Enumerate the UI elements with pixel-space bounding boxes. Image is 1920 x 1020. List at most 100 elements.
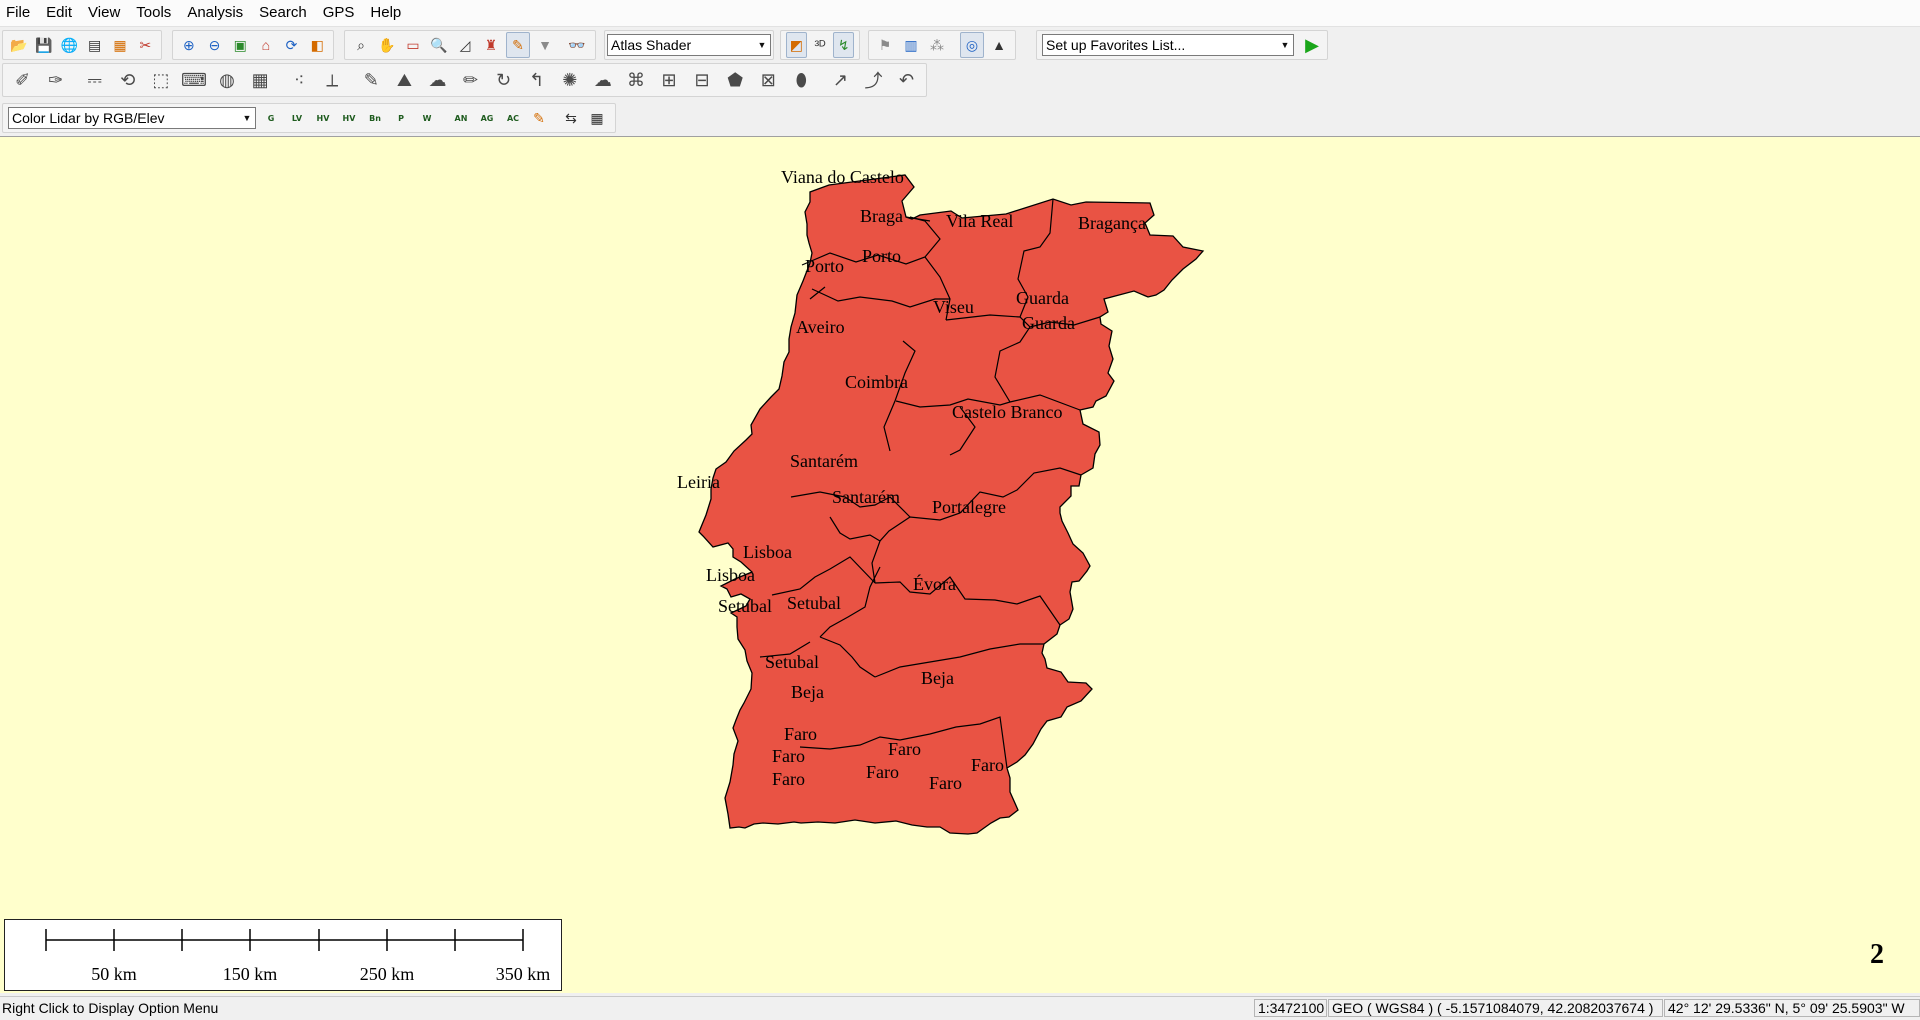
- building-icon[interactable]: Bn: [364, 106, 386, 130]
- lidar-select[interactable]: Color Lidar by RGB/Elev ▼: [8, 107, 256, 129]
- extend-icon[interactable]: ⤴: [859, 65, 888, 95]
- tower-icon[interactable]: ♜: [480, 33, 502, 57]
- label-porto-district: Porto: [862, 246, 901, 266]
- 3d-view-icon[interactable]: ³ᴰ: [811, 33, 830, 57]
- edit-feature-icon[interactable]: ✑: [41, 65, 70, 95]
- undo-shape-icon[interactable]: ↶: [892, 65, 921, 95]
- favorites-select[interactable]: Set up Favorites List... ▼: [1042, 34, 1294, 56]
- arrows-icon[interactable]: ⇆: [560, 106, 582, 130]
- 2d-view-icon[interactable]: ◩: [786, 32, 807, 58]
- low-veg-icon[interactable]: LV: [286, 106, 308, 130]
- brush-icon[interactable]: ✏: [456, 65, 485, 95]
- move-icon[interactable]: ↰: [522, 65, 551, 95]
- menu-edit[interactable]: Edit: [38, 0, 80, 26]
- menu-analysis[interactable]: Analysis: [179, 0, 251, 26]
- water-icon[interactable]: W: [416, 106, 438, 130]
- globe-icon[interactable]: 🌐: [59, 33, 80, 57]
- blob-icon[interactable]: ⬟: [721, 65, 750, 95]
- draw-line-icon[interactable]: ✎: [357, 65, 386, 95]
- select-icon[interactable]: ⌕: [350, 33, 372, 57]
- menu-gps[interactable]: GPS: [315, 0, 363, 26]
- chevron-down-icon[interactable]: ▼: [754, 35, 770, 55]
- zoom-in-icon[interactable]: ⊕: [178, 33, 200, 57]
- area-tool-icon[interactable]: ⬚: [146, 65, 175, 95]
- play-icon[interactable]: ▶: [1300, 33, 1324, 57]
- flag-icon[interactable]: ⚑: [874, 33, 896, 57]
- menu-tools[interactable]: Tools: [128, 0, 179, 26]
- label-coimbra: Coimbra: [845, 372, 908, 392]
- nodes-icon[interactable]: ⊞: [654, 65, 683, 95]
- powerline-icon[interactable]: P: [390, 106, 412, 130]
- network-icon[interactable]: ⌘: [621, 65, 650, 95]
- label-evora: Évora: [913, 573, 956, 594]
- home-icon[interactable]: ⌂: [255, 33, 277, 57]
- status-message: Right Click to Display Option Menu: [2, 1000, 219, 1016]
- split-icon[interactable]: ⟂: [318, 65, 347, 95]
- zoom-extent-icon[interactable]: ▣: [229, 33, 251, 57]
- terrain-icon[interactable]: ⛰: [390, 65, 419, 95]
- path-view-icon[interactable]: ↯: [833, 32, 855, 58]
- menu-file[interactable]: File: [0, 0, 38, 26]
- book-icon[interactable]: ▥: [900, 33, 922, 57]
- auto-ground-icon[interactable]: AG: [476, 106, 498, 130]
- pencil-icon[interactable]: ✎: [528, 106, 550, 130]
- print-icon[interactable]: ▦: [109, 33, 130, 57]
- layout-icon[interactable]: ◧: [306, 33, 328, 57]
- measure-icon[interactable]: ▭: [402, 33, 424, 57]
- shader-select[interactable]: Atlas Shader ▼: [607, 34, 771, 56]
- draw-icon[interactable]: ✎: [506, 32, 530, 58]
- zoom-out-icon[interactable]: ⊖: [204, 33, 226, 57]
- cloud-icon[interactable]: ☁: [588, 65, 617, 95]
- chevron-down-icon[interactable]: ▼: [239, 108, 255, 128]
- reshape-icon[interactable]: ⟲: [113, 65, 142, 95]
- label-faro-4: Faro: [866, 762, 899, 782]
- menu-view[interactable]: View: [80, 0, 128, 26]
- ground-class-icon[interactable]: G: [260, 106, 282, 130]
- rotate-icon[interactable]: ↻: [489, 65, 518, 95]
- config-icon[interactable]: ✂: [135, 33, 156, 57]
- save-icon[interactable]: 💾: [33, 33, 54, 57]
- profile-icon[interactable]: ◿: [454, 33, 476, 57]
- map-scale: 1:3472100: [1254, 999, 1327, 1017]
- join-icon[interactable]: ⊟: [688, 65, 717, 95]
- smooth-icon[interactable]: ⬮: [787, 65, 816, 95]
- buffer-icon[interactable]: ◍: [212, 65, 241, 95]
- snap-icon[interactable]: ↗: [826, 65, 855, 95]
- label-castelo-branco: Castelo Branco: [952, 402, 1062, 422]
- fill-icon[interactable]: ▼: [534, 33, 556, 57]
- north-arrow-icon[interactable]: ▲: [988, 33, 1010, 57]
- chevron-down-icon[interactable]: ▼: [1277, 35, 1293, 55]
- gps-icon[interactable]: ◎: [960, 32, 984, 58]
- pan-icon[interactable]: ✋: [376, 33, 398, 57]
- grid-point-icon[interactable]: ⁂: [926, 33, 948, 57]
- refresh-icon[interactable]: ⟳: [281, 33, 303, 57]
- search-icon[interactable]: 🔍: [428, 33, 450, 57]
- spray-icon[interactable]: ☁: [423, 65, 452, 95]
- label-faro-1: Faro: [784, 724, 817, 744]
- open-icon[interactable]: 📂: [8, 33, 29, 57]
- grid-icon[interactable]: ▦: [246, 65, 275, 95]
- binoculars-icon[interactable]: 👓: [566, 33, 588, 57]
- edit-vertex-icon[interactable]: ✐: [8, 65, 37, 95]
- points-icon[interactable]: ⁖: [285, 65, 314, 95]
- label-viseu: Viseu: [933, 297, 974, 317]
- export-icon[interactable]: ▤: [84, 33, 105, 57]
- high-veg-tree-icon[interactable]: HV: [338, 106, 360, 130]
- merge-icon[interactable]: ⊠: [754, 65, 783, 95]
- label-vila-real: Vila Real: [946, 211, 1013, 231]
- menu-help[interactable]: Help: [362, 0, 409, 26]
- label-setubal-city: Setubal: [787, 593, 841, 613]
- shape-icon[interactable]: ✺: [555, 65, 584, 95]
- map-view[interactable]: Viana do Castelo Braga Vila Real Braganç…: [0, 136, 1920, 993]
- code-icon[interactable]: ⌨: [179, 65, 208, 95]
- color-grid-icon[interactable]: ▦: [586, 106, 608, 130]
- map-canvas[interactable]: Viana do Castelo Braga Vila Real Braganç…: [0, 137, 1920, 993]
- auto-classify-icon[interactable]: AC: [502, 106, 524, 130]
- menu-search[interactable]: Search: [251, 0, 315, 26]
- label-faro-3: Faro: [971, 755, 1004, 775]
- label-guarda-district: Guarda: [1022, 313, 1075, 333]
- high-veg-icon[interactable]: HV: [312, 106, 334, 130]
- digitizer-toolbar: ✐ ✑ ⎓ ⟲ ⬚ ⌨ ◍ ▦ ⁖ ⟂ ✎ ⛰ ☁ ✏ ↻ ↰ ✺ ☁ ⌘ ⊞ …: [0, 63, 1920, 99]
- auto-noise-icon[interactable]: AN: [450, 106, 472, 130]
- line-tool-icon[interactable]: ⎓: [80, 65, 109, 95]
